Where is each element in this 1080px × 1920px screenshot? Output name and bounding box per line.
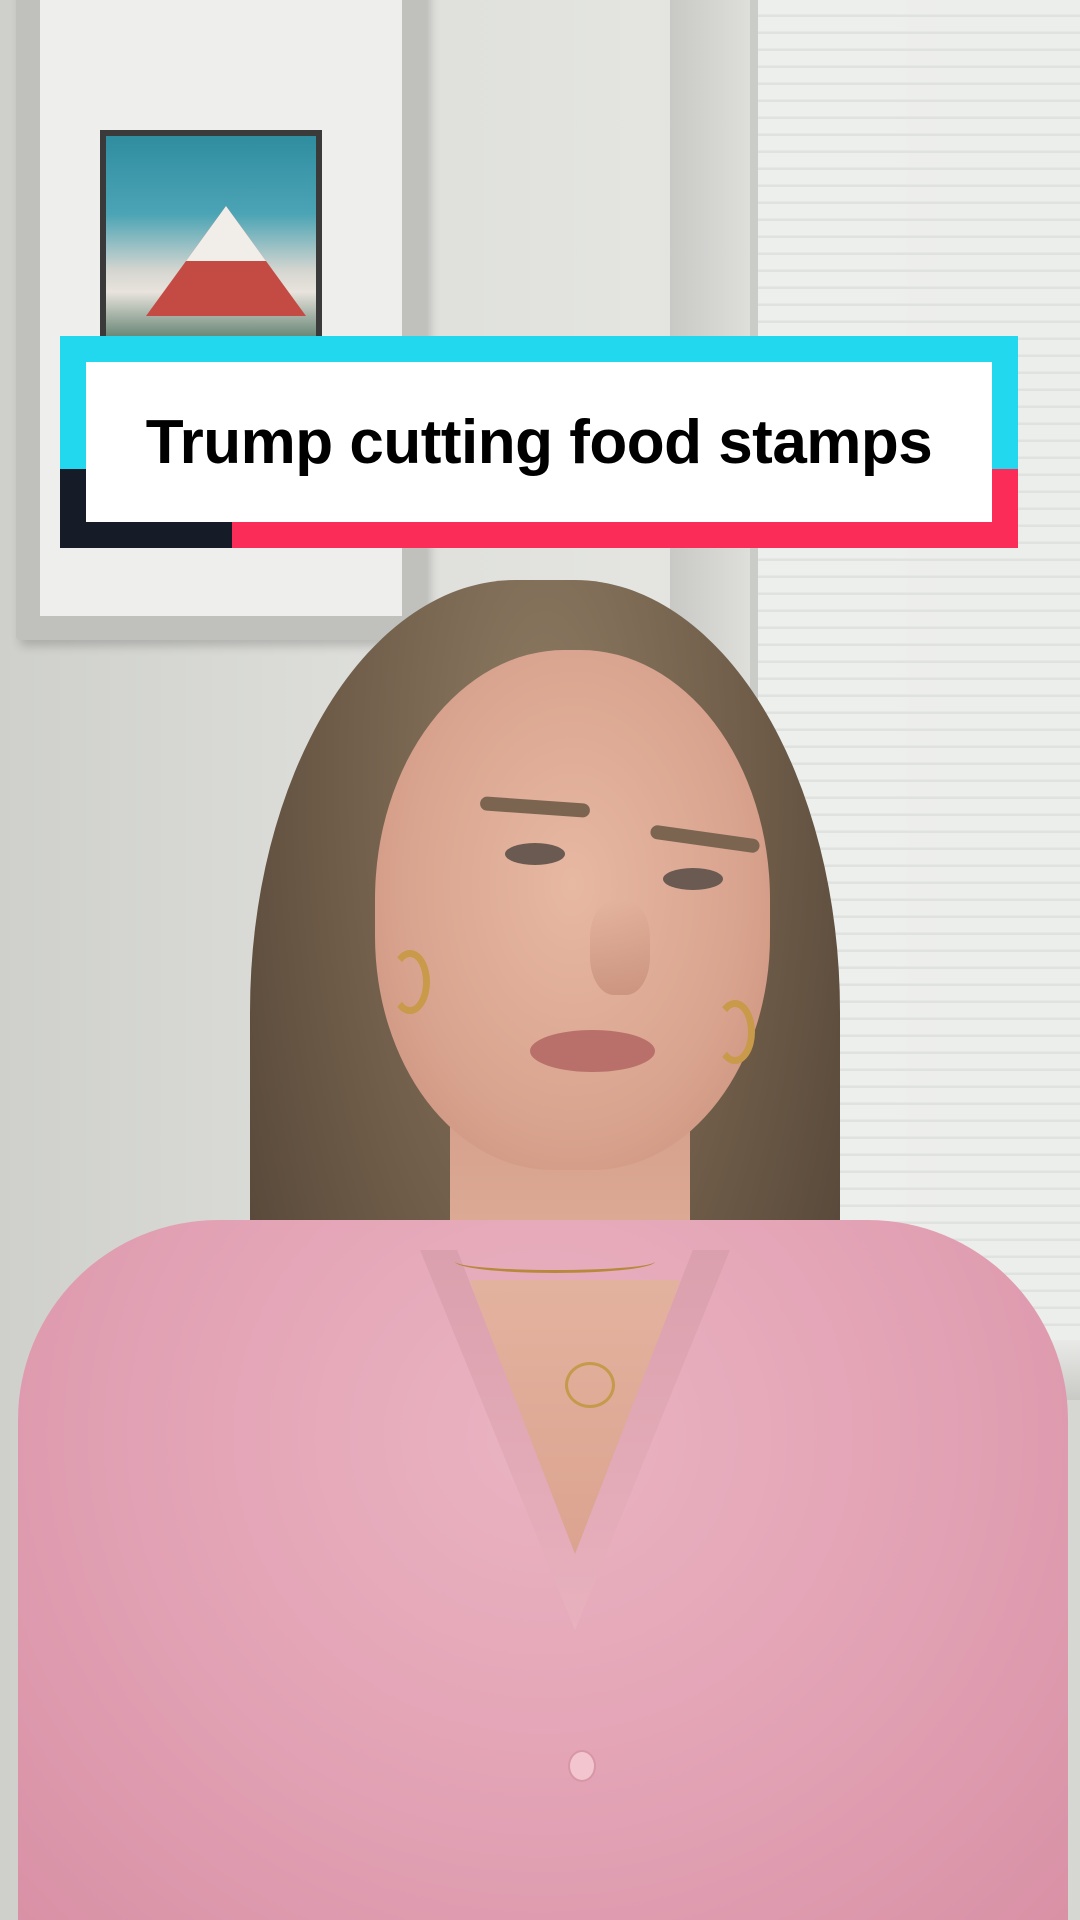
necklace-chain — [455, 1250, 655, 1273]
left-earring — [390, 950, 430, 1014]
left-eye — [505, 843, 565, 865]
mouth — [530, 1030, 655, 1072]
monogram-pendant — [565, 1362, 615, 1408]
banner-text-box: Trump cutting food stamps — [86, 362, 992, 522]
speaker-portrait — [0, 0, 1080, 1920]
face — [375, 650, 770, 1170]
title-banner: Trump cutting food stamps — [60, 336, 1018, 548]
right-eye — [663, 868, 723, 890]
right-earring — [715, 1000, 755, 1064]
shirt-button — [570, 1752, 594, 1780]
video-frame: Trump cutting food stamps — [0, 0, 1080, 1920]
nose — [590, 900, 650, 995]
caption-title: Trump cutting food stamps — [145, 407, 933, 477]
